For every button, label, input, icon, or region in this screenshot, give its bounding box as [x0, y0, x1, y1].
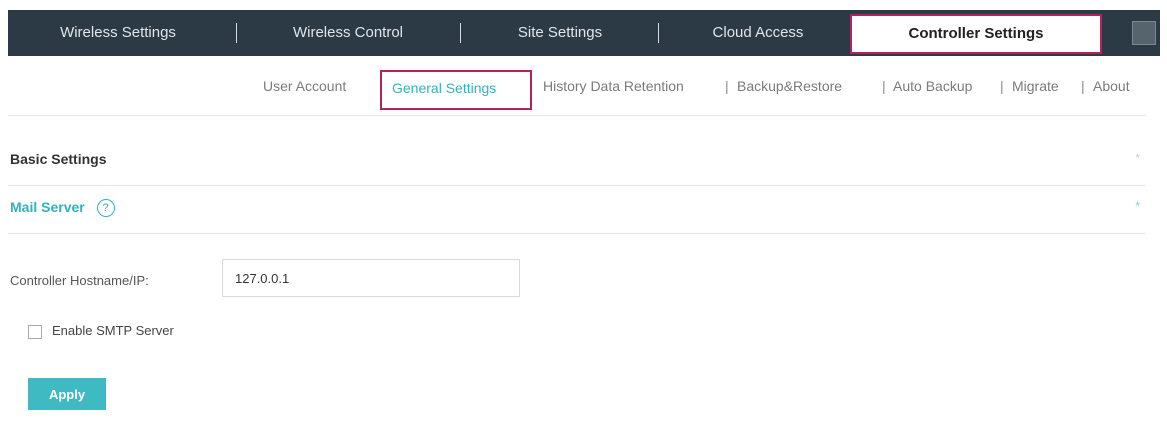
- tab-site-settings[interactable]: Site Settings: [470, 10, 650, 56]
- section-basic-settings[interactable]: Basic Settings: [10, 151, 106, 167]
- subnav-divider: |: [882, 78, 886, 94]
- divider: [8, 185, 1146, 186]
- tab-wireless-settings[interactable]: Wireless Settings: [18, 10, 218, 56]
- subnav-backup-restore[interactable]: Backup&Restore: [737, 78, 842, 94]
- expand-icon[interactable]: *: [1135, 151, 1140, 165]
- enable-smtp-checkbox[interactable]: [28, 325, 42, 339]
- divider: [8, 233, 1146, 234]
- subnav-divider: |: [725, 78, 729, 94]
- sub-navigation: User Account General Settings History Da…: [0, 70, 1167, 110]
- subnav-migrate[interactable]: Migrate: [1012, 78, 1059, 94]
- enable-smtp-label[interactable]: Enable SMTP Server: [52, 323, 174, 338]
- divider: [8, 115, 1146, 116]
- tab-divider: [460, 23, 461, 43]
- help-icon[interactable]: ?: [96, 199, 115, 218]
- subnav-history-data-retention[interactable]: History Data Retention: [543, 78, 684, 94]
- subnav-divider: |: [1081, 78, 1085, 94]
- tab-controller-settings[interactable]: Controller Settings: [850, 14, 1102, 54]
- section-mail-server-label: Mail Server: [10, 199, 85, 215]
- subnav-user-account[interactable]: User Account: [263, 78, 346, 94]
- tab-wireless-control[interactable]: Wireless Control: [248, 10, 448, 56]
- top-navigation-bar: Wireless Settings Wireless Control Site …: [8, 10, 1160, 56]
- tab-divider: [658, 23, 659, 43]
- tab-cloud-access[interactable]: Cloud Access: [668, 10, 848, 56]
- subnav-general-settings[interactable]: General Settings: [380, 70, 532, 110]
- section-mail-server[interactable]: Mail Server ?: [10, 199, 115, 218]
- apply-button[interactable]: Apply: [28, 378, 106, 410]
- collapse-icon[interactable]: *: [1135, 199, 1140, 213]
- subnav-divider: |: [1000, 78, 1004, 94]
- subnav-about[interactable]: About: [1093, 78, 1130, 94]
- subnav-auto-backup[interactable]: Auto Backup: [893, 78, 972, 94]
- hostname-label: Controller Hostname/IP:: [10, 273, 149, 288]
- menu-toggle-icon[interactable]: [1132, 21, 1156, 45]
- tab-divider: [236, 23, 237, 43]
- hostname-input[interactable]: [222, 259, 520, 297]
